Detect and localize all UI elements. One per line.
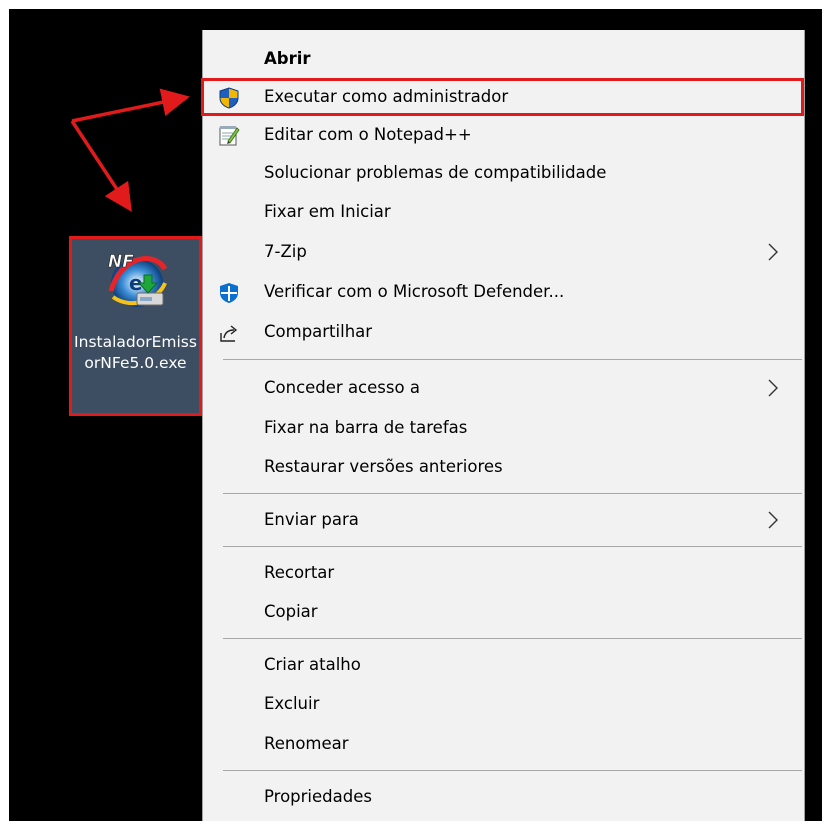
menu-item-label: Renomear: [264, 734, 349, 753]
chevron-right-icon: [768, 511, 778, 529]
menu-item-label: Editar com o Notepad++: [264, 125, 472, 144]
chevron-right-icon: [768, 379, 778, 397]
menu-item-executar-como-administrador[interactable]: Executar como administrador: [203, 78, 804, 116]
menu-item-compartilhar[interactable]: Compartilhar: [203, 313, 804, 351]
context-menu: Abrir Executar como administrador Editar…: [202, 30, 805, 821]
defender-shield-icon: [218, 282, 240, 304]
menu-item-label: Compartilhar: [264, 322, 373, 341]
menu-separator: [223, 493, 802, 494]
menu-item-excluir[interactable]: Excluir: [203, 685, 804, 723]
uac-shield-icon: [218, 87, 240, 109]
menu-item-label: Verificar com o Microsoft Defender...: [264, 282, 565, 301]
menu-item-propriedades[interactable]: Propriedades: [203, 778, 804, 816]
menu-item-label: Fixar na barra de tarefas: [264, 418, 468, 437]
menu-item-label: Solucionar problemas de compatibilidade: [264, 163, 607, 182]
chevron-right-icon: [768, 243, 778, 261]
menu-item-copiar[interactable]: Copiar: [203, 593, 804, 631]
menu-separator: [223, 638, 802, 639]
menu-separator: [223, 359, 802, 360]
menu-item-label: 7-Zip: [264, 242, 307, 261]
menu-separator: [223, 770, 802, 771]
file-name-label: InstaladorEmissorNFe5.0.exe: [74, 333, 197, 372]
notepad-plus-plus-icon: [218, 125, 240, 147]
menu-item-enviar-para[interactable]: Enviar para: [203, 501, 804, 539]
menu-item-label: Criar atalho: [264, 655, 361, 674]
menu-item-renomear[interactable]: Renomear: [203, 725, 804, 763]
menu-item-7zip[interactable]: 7-Zip: [203, 233, 804, 271]
menu-item-label: Fixar em Iniciar: [264, 202, 391, 221]
menu-item-label: Enviar para: [264, 510, 359, 529]
menu-item-restaurar-versoes[interactable]: Restaurar versões anteriores: [203, 448, 804, 486]
menu-item-editar-notepad[interactable]: Editar com o Notepad++: [203, 116, 804, 154]
menu-item-label: Propriedades: [264, 787, 372, 806]
menu-item-label: Abrir: [264, 49, 311, 68]
menu-item-fixar-barra-tarefas[interactable]: Fixar na barra de tarefas: [203, 409, 804, 447]
menu-item-fixar-em-iniciar[interactable]: Fixar em Iniciar: [203, 193, 804, 231]
menu-item-conceder-acesso[interactable]: Conceder acesso a: [203, 369, 804, 407]
menu-item-abrir[interactable]: Abrir: [203, 40, 804, 78]
menu-item-solucionar-problemas[interactable]: Solucionar problemas de compatibilidade: [203, 154, 804, 192]
svg-text:NF: NF: [108, 252, 134, 272]
desktop-file-item[interactable]: NF e InstaladorEmissorNFe5.0.exe: [69, 236, 202, 416]
menu-item-label: Executar como administrador: [264, 87, 509, 106]
menu-separator: [223, 546, 802, 547]
share-icon: [218, 322, 240, 344]
menu-item-recortar[interactable]: Recortar: [203, 554, 804, 592]
menu-item-label: Restaurar versões anteriores: [264, 457, 503, 476]
menu-item-label: Conceder acesso a: [264, 378, 420, 397]
nfe-installer-icon: NF e: [108, 252, 168, 307]
menu-item-label: Excluir: [264, 694, 320, 713]
menu-item-criar-atalho[interactable]: Criar atalho: [203, 646, 804, 684]
menu-item-label: Copiar: [264, 602, 318, 621]
menu-item-label: Recortar: [264, 563, 335, 582]
menu-item-verificar-defender[interactable]: Verificar com o Microsoft Defender...: [203, 273, 804, 311]
